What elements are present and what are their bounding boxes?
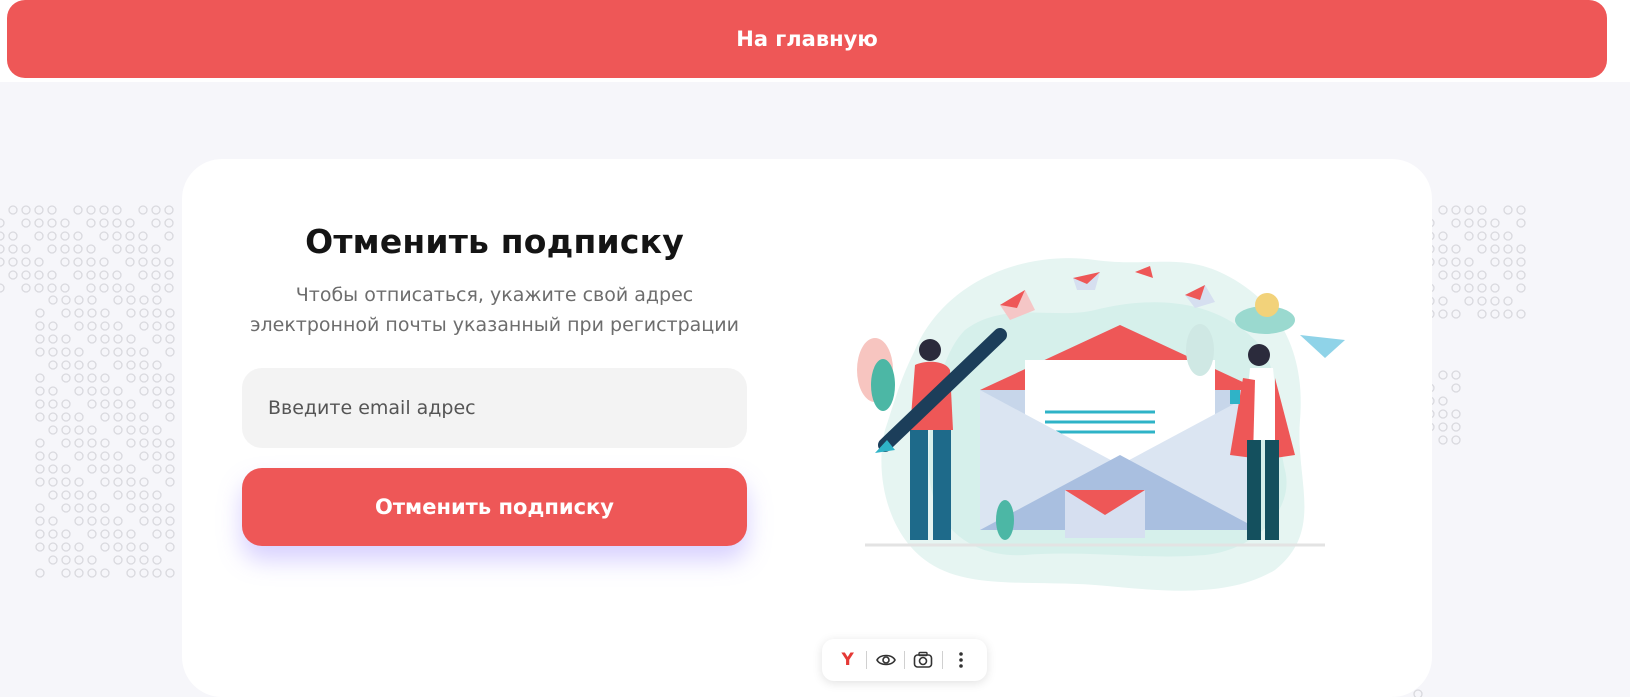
email-input[interactable] — [242, 368, 747, 448]
home-button-label: На главную — [736, 27, 878, 51]
leaf — [996, 500, 1014, 540]
yandex-icon[interactable]: Y — [835, 647, 861, 673]
page: На главную Отменить подписку Чтобы отпис… — [0, 0, 1630, 697]
toolbar-divider — [866, 651, 868, 669]
toolbar-divider — [903, 651, 905, 669]
toolbar-divider — [941, 651, 943, 669]
instructions-line-1: Чтобы отписаться, укажите свой адрес — [295, 284, 694, 306]
eye-icon[interactable] — [873, 647, 899, 673]
page-title: Отменить подписку — [305, 222, 684, 261]
email-illustration — [857, 258, 1345, 591]
home-button[interactable]: На главную — [7, 0, 1607, 78]
yandex-glyph: Y — [841, 650, 854, 670]
more-vertical-icon[interactable] — [948, 647, 974, 673]
instructions-line-2: электронной почты указанный при регистра… — [250, 314, 739, 336]
page-tools-toolbar: Y — [822, 639, 987, 681]
camera-icon[interactable] — [910, 647, 936, 673]
instructions-text: Чтобы отписаться, укажите свой адрес эле… — [242, 280, 747, 340]
unsubscribe-button[interactable]: Отменить подписку — [242, 468, 747, 546]
paper-plane — [1300, 335, 1345, 358]
